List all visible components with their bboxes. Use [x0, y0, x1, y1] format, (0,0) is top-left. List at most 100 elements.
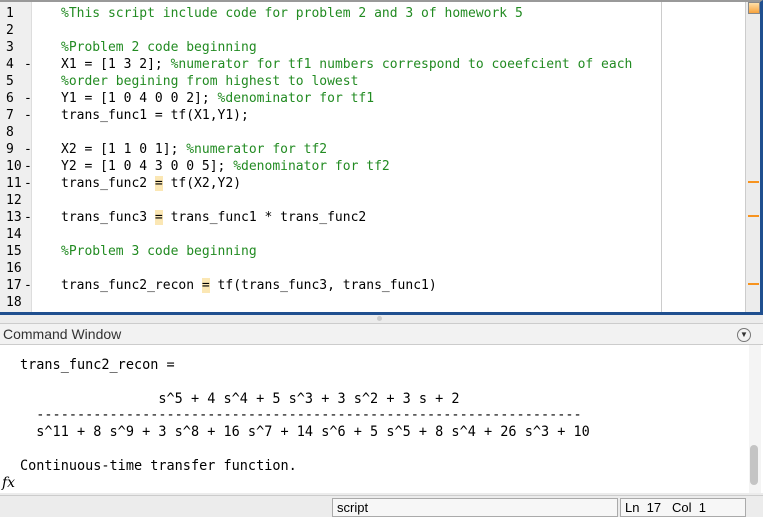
- line-number: 10-: [0, 158, 32, 175]
- code-text: trans_func1 = tf(X1,Y1);: [61, 108, 249, 123]
- line-number: 8: [0, 124, 32, 141]
- code-line[interactable]: X1 = [1 3 2]; %numerator for tf1 numbers…: [61, 56, 632, 73]
- output-line: ----------------------------------------…: [20, 407, 582, 424]
- line-number-text: 7: [6, 108, 14, 123]
- code-line[interactable]: %order begining from highest to lowest: [61, 73, 358, 90]
- line-number-text: 8: [6, 125, 14, 140]
- line-number: 2: [0, 22, 32, 39]
- line-number: 7-: [0, 107, 32, 124]
- line-number-text: 5: [6, 74, 14, 89]
- code-analyzer-indicator[interactable]: [748, 2, 760, 14]
- line-number-text: 17: [6, 278, 22, 293]
- line-number-text: 15: [6, 244, 22, 259]
- code-line[interactable]: trans_func2_recon = tf(trans_func3, tran…: [61, 277, 437, 294]
- comment-text: %Problem 2 code beginning: [61, 40, 257, 55]
- line-number: 9-: [0, 141, 32, 158]
- line-number: 5: [0, 73, 32, 90]
- comment-text: %numerator for tf1 numbers correspond to…: [170, 57, 633, 72]
- code-text: tf(trans_func3, trans_func1): [209, 278, 437, 293]
- status-file-type: script: [332, 498, 618, 517]
- line-number: 14: [0, 226, 32, 243]
- comment-text: %Problem 3 code beginning: [61, 244, 257, 259]
- line-number-text: 11: [6, 176, 22, 191]
- function-browser-icon[interactable]: fx: [2, 475, 15, 491]
- code-line[interactable]: %Problem 2 code beginning: [61, 39, 257, 56]
- line-number-text: 2: [6, 23, 14, 38]
- comment-text: %denominator for tf2: [233, 159, 390, 174]
- line-number: 3: [0, 39, 32, 56]
- code-text: =: [201, 278, 210, 293]
- code-line[interactable]: Y1 = [1 0 4 0 0 2]; %denominator for tf1: [61, 90, 374, 107]
- comment-text: %This script include code for problem 2 …: [61, 6, 523, 21]
- warning-marker[interactable]: [748, 181, 759, 183]
- code-text: X2 = [1 1 0 1];: [61, 142, 187, 157]
- status-cursor-position: Ln 17 Col 1: [620, 498, 746, 517]
- command-window-header: Command Window ▼: [0, 323, 763, 345]
- right-margin-line: [661, 2, 662, 312]
- line-number: 17-: [0, 277, 32, 294]
- code-line[interactable]: Y2 = [1 0 4 3 0 0 5]; %denominator for t…: [61, 158, 390, 175]
- code-editor[interactable]: 1 %This script include code for problem 2…: [0, 0, 763, 315]
- command-scrollbar-thumb[interactable]: [750, 445, 758, 485]
- breakpoint-marker[interactable]: -: [24, 56, 32, 73]
- breakpoint-marker[interactable]: -: [24, 277, 32, 294]
- code-line[interactable]: %This script include code for problem 2 …: [61, 5, 523, 22]
- output-line: s^5 + 4 s^4 + 5 s^3 + 3 s^2 + 3 s + 2: [20, 390, 460, 407]
- code-text: Y2 = [1 0 4 3 0 0 5];: [61, 159, 234, 174]
- comment-text: %order begining from highest to lowest: [61, 74, 359, 89]
- command-margin: [0, 345, 11, 493]
- code-text: X1 = [1 3 2];: [61, 57, 171, 72]
- line-number-text: 18: [6, 295, 22, 310]
- editor-scrollbar[interactable]: [745, 2, 760, 312]
- line-number: 18: [0, 294, 32, 311]
- code-text: =: [154, 176, 163, 191]
- breakpoint-marker[interactable]: -: [24, 209, 32, 226]
- code-line[interactable]: trans_func2 = tf(X2,Y2): [61, 175, 241, 192]
- command-window-title: Command Window: [3, 326, 122, 342]
- line-number: 13-: [0, 209, 32, 226]
- command-window-output[interactable]: trans_func2_recon = s^5 + 4 s^4 + 5 s^3 …: [11, 345, 763, 493]
- code-text: trans_func2_recon: [61, 278, 202, 293]
- output-line: s^11 + 8 s^9 + 3 s^8 + 16 s^7 + 14 s^6 +…: [20, 424, 590, 441]
- line-number: 16: [0, 260, 32, 277]
- line-number-text: 6: [6, 91, 14, 106]
- line-number-text: 14: [6, 227, 22, 242]
- warning-marker[interactable]: [748, 283, 759, 285]
- breakpoint-marker[interactable]: -: [24, 158, 32, 175]
- line-number: 15: [0, 243, 32, 260]
- breakpoint-marker[interactable]: -: [24, 107, 32, 124]
- code-text: trans_func2: [61, 176, 155, 191]
- line-number: 6-: [0, 90, 32, 107]
- line-number: 12: [0, 192, 32, 209]
- code-text: tf(X2,Y2): [162, 176, 242, 191]
- line-number: 4-: [0, 56, 32, 73]
- breakpoint-marker[interactable]: -: [24, 175, 32, 192]
- line-number: 11-: [0, 175, 32, 192]
- code-text: trans_func1 * trans_func2: [162, 210, 367, 225]
- breakpoint-marker[interactable]: -: [24, 141, 32, 158]
- code-line[interactable]: trans_func1 = tf(X1,Y1);: [61, 107, 249, 124]
- panel-menu-icon[interactable]: ▼: [737, 328, 751, 342]
- comment-text: %numerator for tf2: [186, 142, 328, 157]
- code-line[interactable]: X2 = [1 1 0 1]; %numerator for tf2: [61, 141, 327, 158]
- warning-marker[interactable]: [748, 215, 759, 217]
- line-number: 1: [0, 5, 32, 22]
- code-text: =: [154, 210, 163, 225]
- output-line: Continuous-time transfer function.: [20, 457, 297, 474]
- line-number-text: 16: [6, 261, 22, 276]
- pane-splitter[interactable]: [377, 316, 382, 321]
- code-text: trans_func3: [61, 210, 155, 225]
- breakpoint-marker[interactable]: -: [24, 90, 32, 107]
- line-number-text: 1: [6, 6, 14, 21]
- line-number-text: 4: [6, 57, 14, 72]
- code-line[interactable]: %Problem 3 code beginning: [61, 243, 257, 260]
- line-number-text: 12: [6, 193, 22, 208]
- line-number-text: 13: [6, 210, 22, 225]
- line-number-text: 3: [6, 40, 14, 55]
- output-line: trans_func2_recon =: [20, 357, 175, 373]
- code-text: Y1 = [1 0 4 0 0 2];: [61, 91, 218, 106]
- comment-text: %denominator for tf1: [217, 91, 375, 106]
- status-bar: script Ln 17 Col 1: [0, 495, 763, 517]
- line-number-text: 10: [6, 159, 22, 174]
- code-line[interactable]: trans_func3 = trans_func1 * trans_func2: [61, 209, 366, 226]
